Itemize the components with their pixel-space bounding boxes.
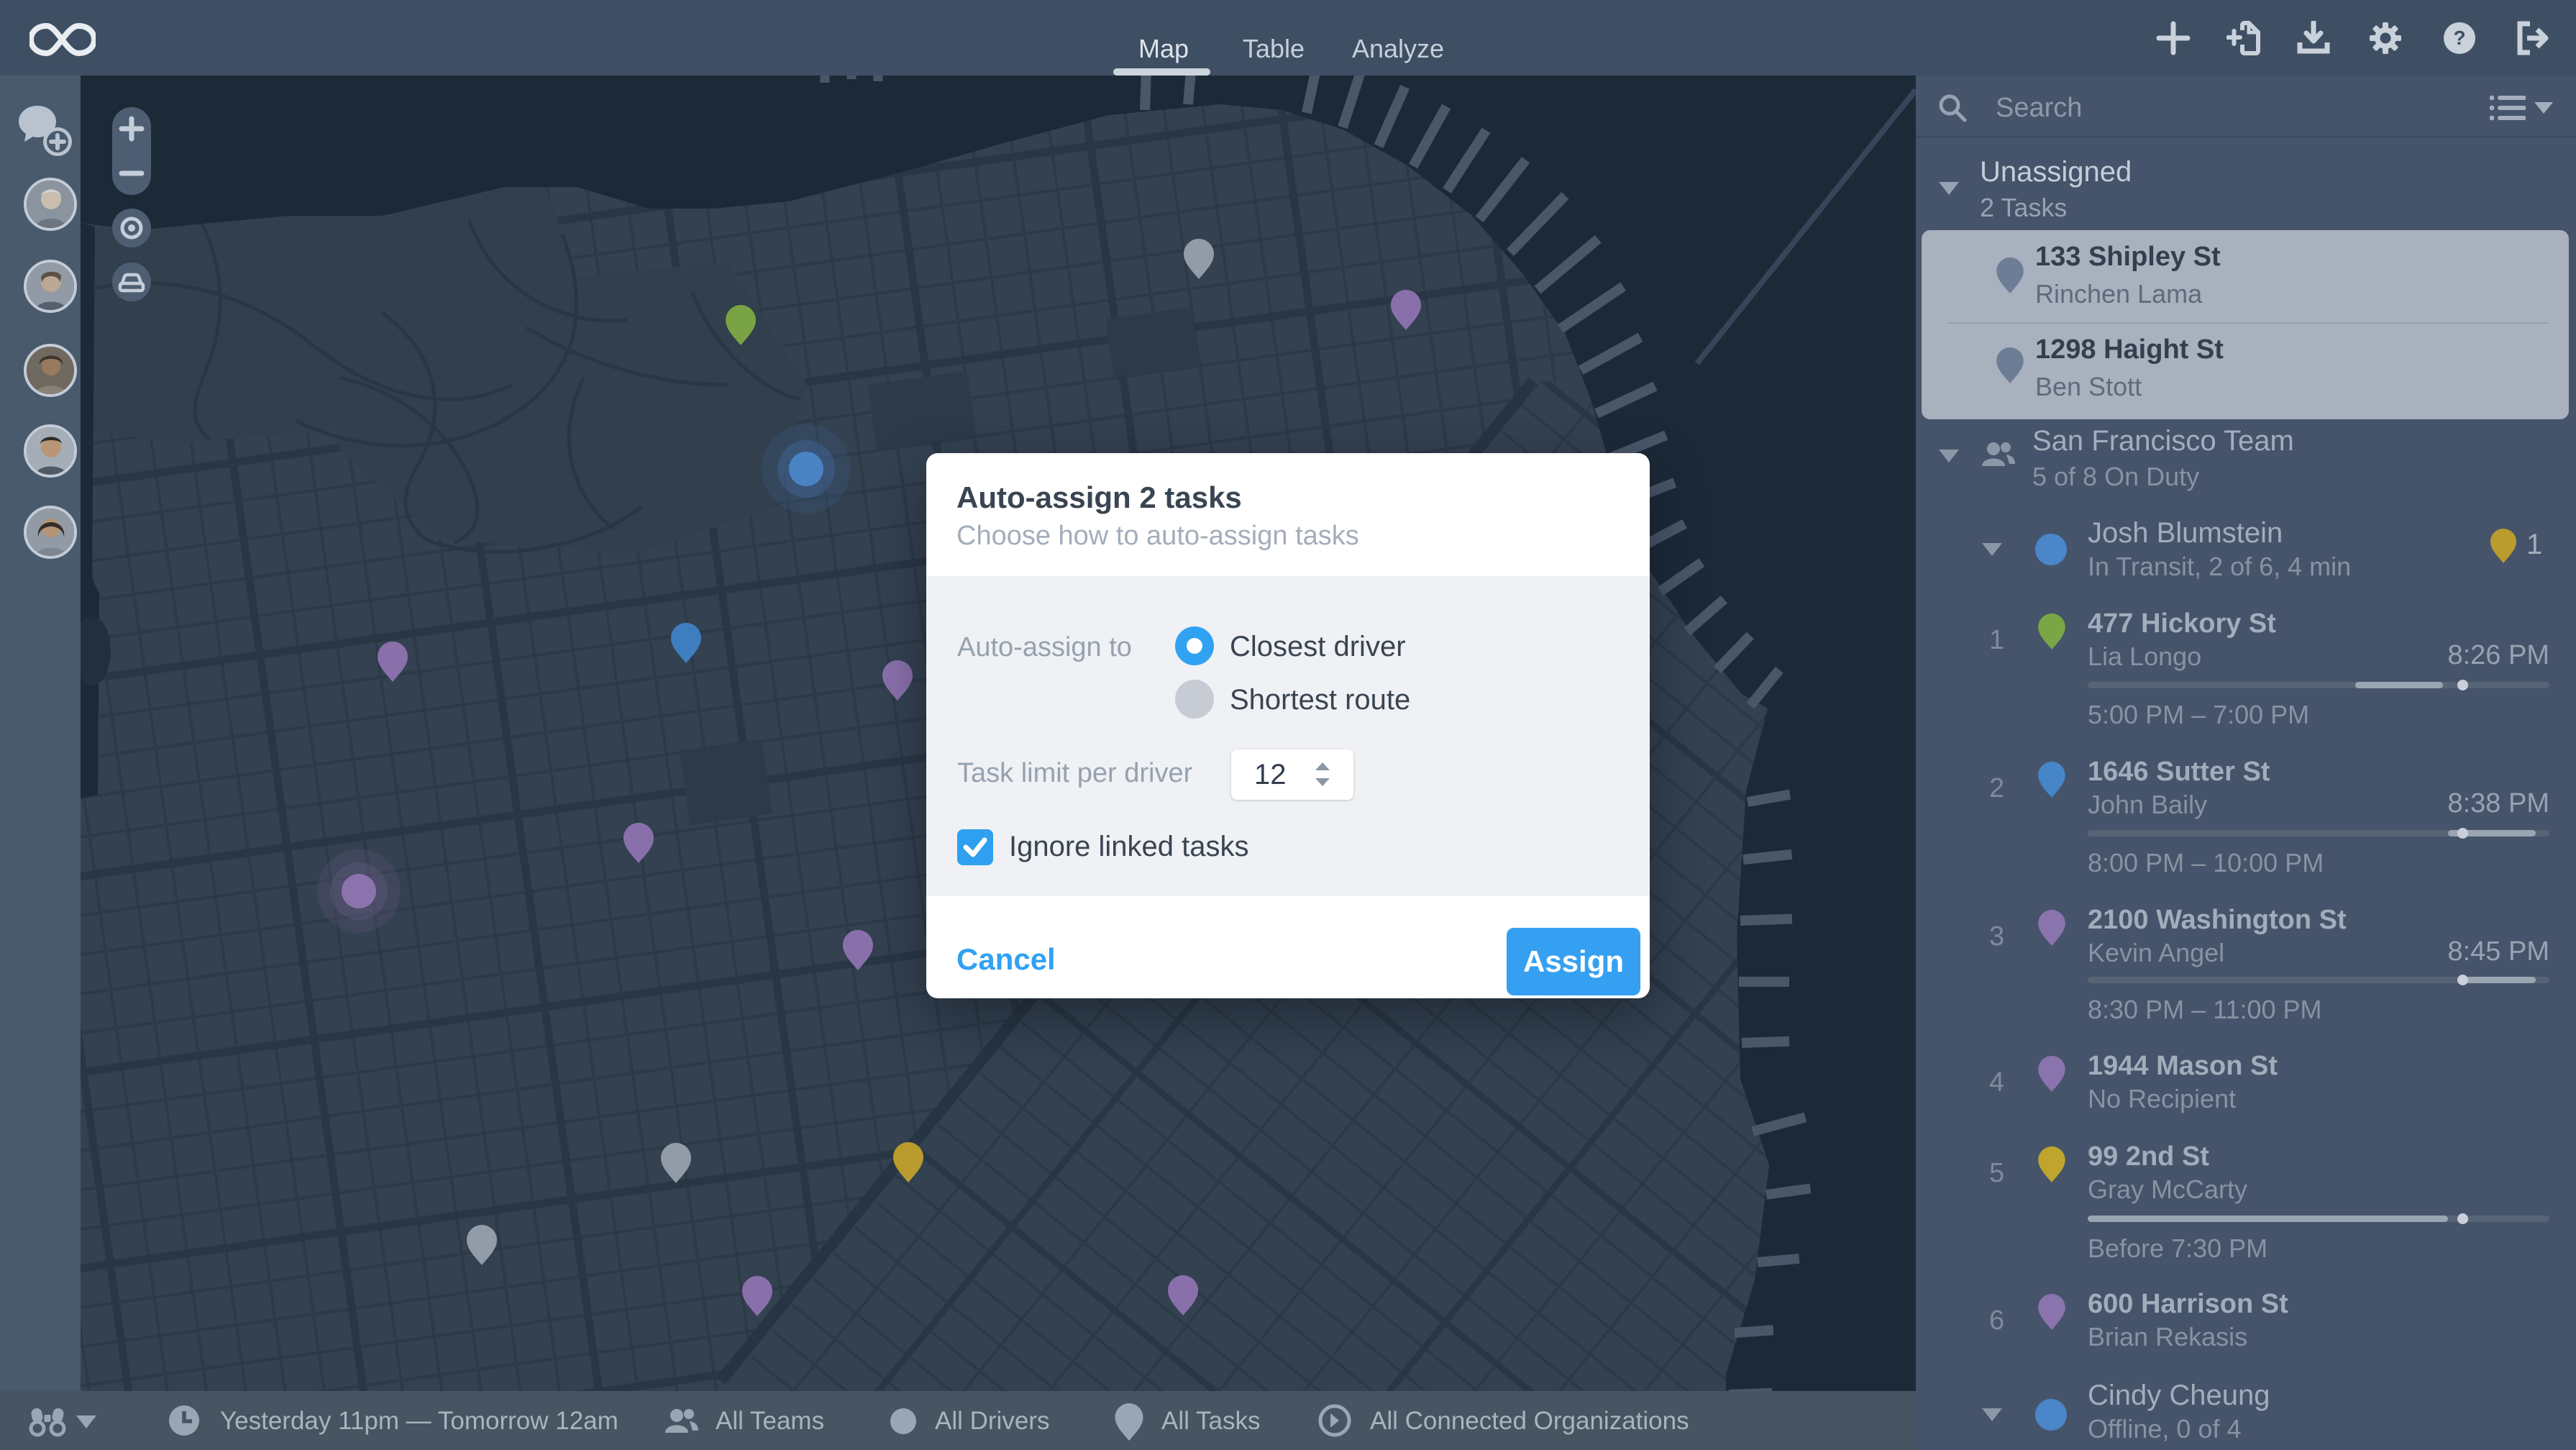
svg-text:?: ?	[2453, 27, 2465, 49]
